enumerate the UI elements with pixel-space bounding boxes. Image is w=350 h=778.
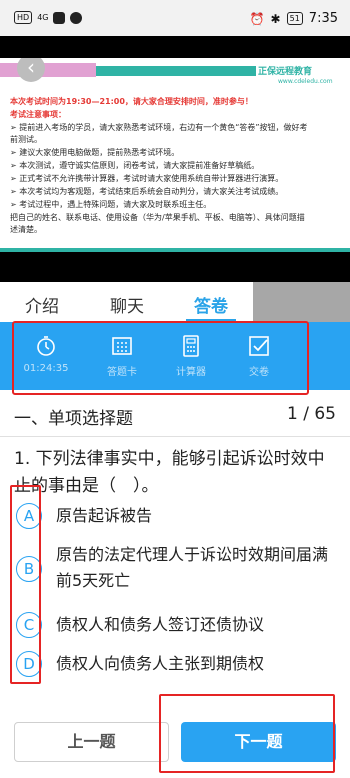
video-letterbox-top xyxy=(0,36,350,58)
highlight-box-toolbar xyxy=(12,321,309,395)
video-letterbox-bottom xyxy=(0,252,350,282)
tab-intro[interactable]: 介绍 xyxy=(25,292,59,317)
chevron-left-icon: ‹ xyxy=(27,58,35,79)
divider xyxy=(0,436,350,437)
app-notification-icon xyxy=(53,11,66,24)
signal-indicator: 4G xyxy=(37,13,49,22)
bluetooth-icon: ✱ xyxy=(270,11,281,26)
notes-heading: 考试注意事项： xyxy=(10,110,66,119)
note-item: ➢ 建议大家使用电脑做题，提前熟悉考试环境。 xyxy=(10,148,180,157)
option-text-d[interactable]: 债权人向债务人主张到期债权 xyxy=(56,651,336,677)
option-text-b[interactable]: 原告的法定代理人于诉讼时效期间届满前5天死亡 xyxy=(56,542,336,594)
video-player[interactable]: 正保远程教育 www.cdeledu.com ‹ 本次考试时间为19:30—21… xyxy=(0,58,350,252)
question-progress: 1 / 65 xyxy=(287,404,336,424)
status-bar: HD 4G ⏰ ✱ 51 7:35 xyxy=(0,0,350,36)
tab-bar: 介绍 聊天 答卷 xyxy=(0,282,350,322)
slide-header-band xyxy=(96,66,256,76)
note-item: ➢ 本次考试均为客观题，考试结束后系统会自动判分，请大家关注考试成绩。 xyxy=(10,187,284,196)
overlay-panel xyxy=(253,282,350,322)
option-text-c[interactable]: 债权人和债务人签订还债协议 xyxy=(56,612,336,638)
brand-url: www.cdeledu.com xyxy=(278,78,333,85)
slide-header-decoration xyxy=(0,63,96,77)
note-item: ➢ 正式考试不允许携带计算器，考试时请大家使用系统自带计算器进行演算。 xyxy=(10,174,284,183)
note-item: ➢ 本次测试，遵守诚实信原则，闭卷考试，请大家提前准备好草稿纸。 xyxy=(10,161,260,170)
tab-answer-sheet[interactable]: 答卷 xyxy=(194,292,228,317)
highlight-box-next xyxy=(159,694,335,773)
option-text-a[interactable]: 原告起诉被告 xyxy=(56,503,336,529)
app-notification-icon-2 xyxy=(70,11,83,24)
highlight-box-options xyxy=(10,485,41,684)
note-item: 把自己的姓名、联系电话、使用设备（华为/苹果手机、平板、电脑等）、具体问题描述清… xyxy=(10,213,305,234)
tab-chat[interactable]: 聊天 xyxy=(110,292,144,317)
clock: 7:35 xyxy=(308,11,338,26)
section-title: 一、单项选择题 xyxy=(14,409,133,429)
network-badge: HD xyxy=(14,11,33,24)
battery-indicator: 51 xyxy=(286,12,303,25)
note-item: ➢ 考试过程中，遇上特殊问题，请大家及时联系班主任。 xyxy=(10,200,212,209)
prev-question-button[interactable]: 上一题 xyxy=(14,722,169,762)
back-button[interactable]: ‹ xyxy=(17,58,45,82)
alarm-icon: ⏰ xyxy=(249,11,265,26)
note-item: ➢ 提前进入考场的学员，请大家熟悉考试环境，右边有一个黄色“答卷”按钮，做好考前… xyxy=(10,123,308,144)
exam-notice: 本次考试时间为19:30—21:00，请大家合理安排时间，准时参与！ 考试注意事… xyxy=(10,96,310,237)
exam-time-notice: 本次考试时间为19:30—21:00，请大家合理安排时间，准时参与！ xyxy=(10,97,253,106)
brand-logo: 正保远程教育 xyxy=(258,67,313,77)
question-text: 1. 下列法律事实中，能够引起诉讼时效中止的事由是（ ）。 xyxy=(14,449,325,496)
